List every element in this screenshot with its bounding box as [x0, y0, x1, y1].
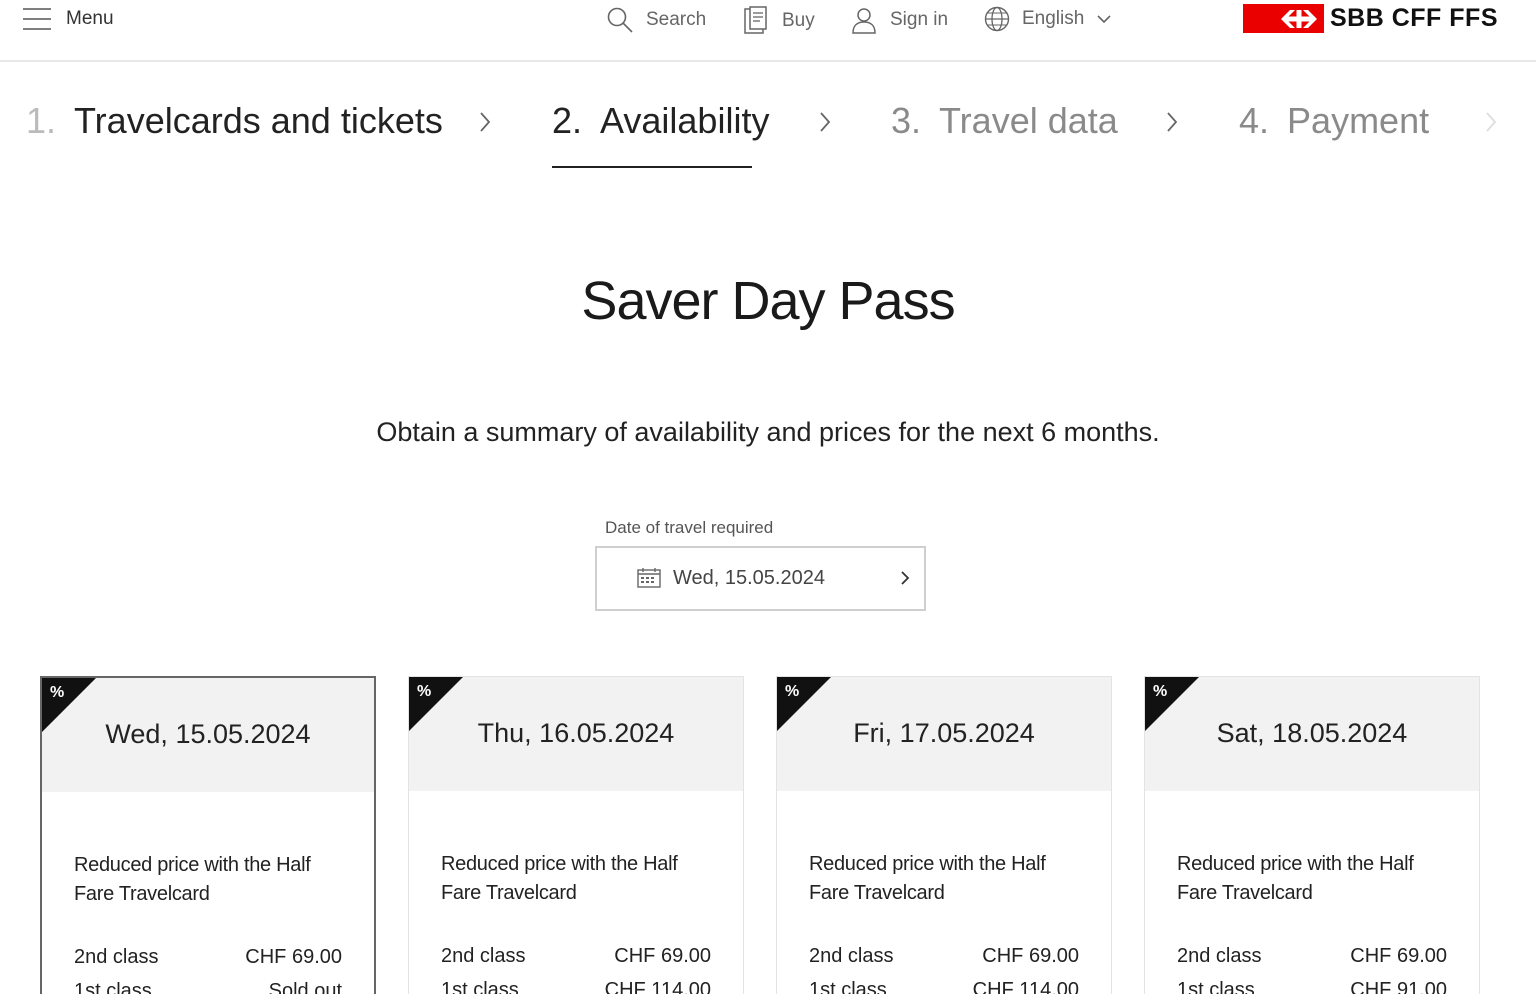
user-icon	[852, 8, 876, 34]
step-payment[interactable]: 4. Payment	[1239, 100, 1429, 142]
buy-label: Buy	[782, 10, 815, 31]
class-label: 1st class	[74, 980, 152, 994]
date-field-label: Date of travel required	[605, 518, 774, 537]
chevron-right-icon	[480, 112, 491, 132]
step-number: 3.	[891, 100, 922, 141]
card-header: % Wed, 15.05.2024	[42, 678, 374, 792]
price-value: CHF 114.00	[604, 979, 711, 994]
class-label: 1st class	[441, 979, 519, 994]
menu-label: Menu	[66, 8, 114, 29]
class-label: 2nd class	[441, 945, 526, 967]
percent-icon: %	[1153, 683, 1168, 700]
chevron-right-icon	[1486, 112, 1497, 132]
language-label: English	[1022, 8, 1085, 29]
page-title: Saver Day Pass	[581, 271, 955, 331]
active-step-indicator	[552, 166, 752, 168]
chevron-down-icon	[1097, 15, 1111, 24]
price-value: CHF 114.00	[972, 979, 1079, 994]
buy-button[interactable]: Buy	[742, 6, 815, 36]
progress-steps: 1. Travelcards and tickets 2. Availabili…	[0, 62, 1536, 172]
sbb-logo[interactable]: SBB CFF FFS	[1243, 4, 1498, 33]
card-header: % Sat, 18.05.2024	[1145, 677, 1479, 791]
day-card[interactable]: % Sat, 18.05.2024 Reduced price with the…	[1144, 676, 1480, 994]
price-row: 2nd class CHF 69.00	[74, 946, 342, 969]
search-button[interactable]: Search	[606, 6, 706, 34]
travel-date-field[interactable]: Wed, 15.05.2024	[595, 546, 926, 611]
class-label: 1st class	[809, 979, 887, 994]
class-label: 1st class	[1177, 979, 1255, 994]
step-number: 1.	[26, 100, 57, 141]
price-row: 1st class CHF 114.00	[441, 979, 711, 994]
card-header: % Thu, 16.05.2024	[409, 677, 743, 791]
price-value: Sold out	[268, 980, 342, 994]
class-label: 2nd class	[74, 946, 159, 968]
signin-label: Sign in	[890, 9, 949, 30]
step-label: Travel data	[939, 100, 1118, 141]
date-field-value: Wed, 15.05.2024	[673, 567, 825, 589]
price-value: CHF 91.00	[1350, 979, 1447, 994]
price-row: 2nd class CHF 69.00	[809, 945, 1079, 968]
class-label: 2nd class	[1177, 945, 1262, 967]
price-row: 1st class CHF 91.00	[1177, 979, 1447, 994]
chevron-right-icon	[820, 112, 831, 132]
price-row: 2nd class CHF 69.00	[1177, 945, 1447, 968]
language-selector[interactable]: English	[984, 6, 1112, 32]
card-date: Fri, 17.05.2024	[853, 718, 1035, 748]
menu-button[interactable]: Menu	[22, 6, 114, 32]
sbb-arrows-icon	[1281, 9, 1317, 28]
step-label: Availability	[600, 100, 770, 141]
card-date: Sat, 18.05.2024	[1216, 718, 1408, 748]
step-label: Travelcards and tickets	[74, 100, 443, 141]
hamburger-icon	[23, 8, 51, 30]
search-icon	[607, 7, 633, 33]
price-row: 2nd class CHF 69.00	[441, 945, 711, 968]
sbb-flag	[1243, 4, 1324, 33]
step-number: 4.	[1239, 100, 1270, 141]
ticket-icon	[744, 6, 767, 34]
search-label: Search	[646, 9, 707, 30]
calendar-icon	[637, 568, 661, 588]
card-offer: Reduced price with the Half Fare Travelc…	[441, 853, 678, 904]
percent-icon: %	[50, 684, 65, 701]
day-card[interactable]: % Fri, 17.05.2024 Reduced price with the…	[776, 676, 1112, 994]
class-label: 2nd class	[809, 945, 894, 967]
percent-icon: %	[417, 683, 432, 700]
step-availability[interactable]: 2. Availability	[552, 100, 769, 142]
page-subtitle: Obtain a summary of availability and pri…	[376, 417, 1160, 447]
card-date: Thu, 16.05.2024	[477, 718, 675, 748]
price-value: CHF 69.00	[1350, 945, 1447, 967]
price-value: CHF 69.00	[614, 945, 711, 967]
day-card[interactable]: % Wed, 15.05.2024 Reduced price with the…	[40, 676, 376, 994]
card-date: Wed, 15.05.2024	[105, 719, 311, 749]
globe-icon	[984, 6, 1010, 32]
price-row: 1st class Sold out	[74, 980, 342, 994]
step-label: Payment	[1287, 100, 1430, 141]
card-offer: Reduced price with the Half Fare Travelc…	[809, 853, 1046, 904]
card-offer: Reduced price with the Half Fare Travelc…	[74, 854, 311, 905]
step-number: 2.	[552, 100, 583, 141]
chevron-right-icon	[901, 571, 910, 585]
percent-icon: %	[785, 683, 800, 700]
step-travel-data[interactable]: 3. Travel data	[891, 100, 1118, 142]
day-card[interactable]: % Thu, 16.05.2024 Reduced price with the…	[408, 676, 744, 994]
logo-wordmark: SBB CFF FFS	[1330, 4, 1498, 32]
step-travelcards[interactable]: 1. Travelcards and tickets	[26, 100, 443, 142]
price-value: CHF 69.00	[982, 945, 1079, 967]
card-offer: Reduced price with the Half Fare Travelc…	[1177, 853, 1414, 904]
card-header: % Fri, 17.05.2024	[777, 677, 1111, 791]
signin-button[interactable]: Sign in	[850, 6, 948, 34]
price-row: 1st class CHF 114.00	[809, 979, 1079, 994]
chevron-right-icon	[1167, 112, 1178, 132]
price-value: CHF 69.00	[245, 946, 342, 968]
top-header: Menu Search Buy Sign in English SBB CFF …	[0, 0, 1536, 62]
